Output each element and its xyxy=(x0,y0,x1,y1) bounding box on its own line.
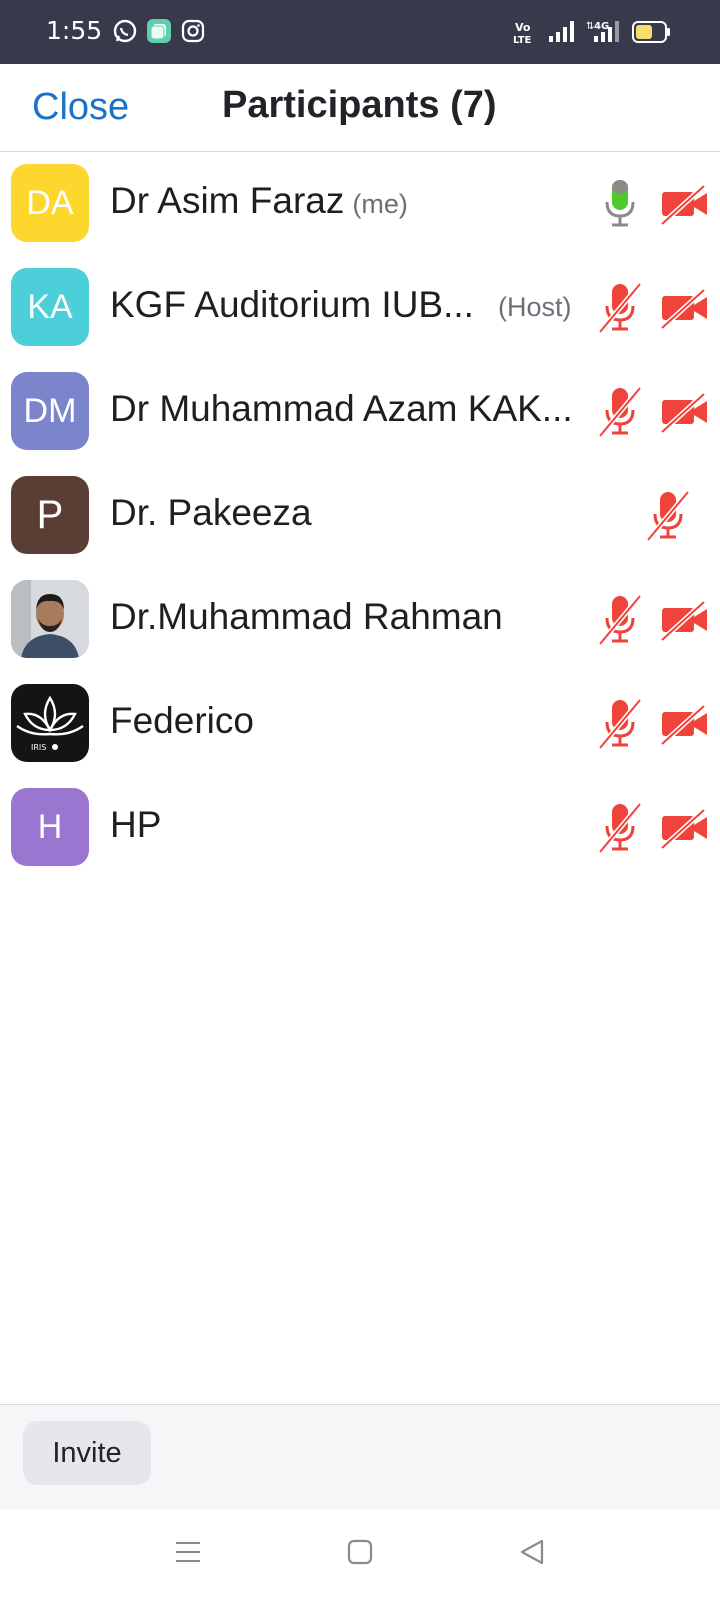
4g-signal-icon: ⇅ 4G xyxy=(586,21,619,42)
video-off-icon[interactable] xyxy=(660,598,710,642)
participant-name: Dr. Pakeeza xyxy=(110,492,312,533)
instagram-icon xyxy=(181,19,205,43)
svg-text:IRIS: IRIS xyxy=(31,743,46,752)
participant-row[interactable]: H HP xyxy=(0,778,720,882)
home-icon[interactable] xyxy=(346,1538,374,1566)
participant-name: HP xyxy=(110,804,162,845)
mic-muted-icon[interactable] xyxy=(646,490,690,542)
close-button[interactable]: Close xyxy=(32,86,129,129)
person-photo-icon xyxy=(11,580,89,658)
mic-muted-icon[interactable] xyxy=(598,282,642,334)
battery-icon xyxy=(632,21,670,43)
participant-name-row: Dr Asim Faraz (me) xyxy=(110,180,408,222)
participant-row[interactable]: Dr.Muhammad Rahman xyxy=(0,570,720,674)
participant-name: Dr Muhammad Azam KAK... xyxy=(110,388,573,429)
participant-name: Dr.Muhammad Rahman xyxy=(110,596,503,637)
page-title: Participants (7) xyxy=(222,84,497,126)
whatsapp-icon xyxy=(113,19,137,43)
status-bar: 1:55 Vo LTE ⇅ 4G xyxy=(0,0,720,64)
microphone-icon[interactable] xyxy=(598,178,642,230)
bottom-action-bar: Invite xyxy=(0,1404,720,1510)
participants-header: Close Participants (7) xyxy=(0,64,720,152)
avatar: DA xyxy=(11,164,89,242)
mic-muted-icon[interactable] xyxy=(598,698,642,750)
svg-text:4G: 4G xyxy=(594,21,609,32)
avatar-logo: IRIS xyxy=(11,684,89,762)
signal-icon xyxy=(549,21,574,42)
participant-row[interactable]: DA Dr Asim Faraz (me) xyxy=(0,154,720,258)
recent-apps-icon[interactable] xyxy=(174,1538,202,1566)
participant-list: DA Dr Asim Faraz (me) KA KGF Auditorium I… xyxy=(0,154,720,882)
participant-row[interactable]: P Dr. Pakeeza xyxy=(0,466,720,570)
avatar: KA xyxy=(11,268,89,346)
video-off-icon[interactable] xyxy=(660,702,710,746)
participant-name: Federico xyxy=(110,700,254,741)
participant-row[interactable]: IRIS Federico xyxy=(0,674,720,778)
volte-icon: Vo LTE xyxy=(513,21,532,46)
lotus-logo-icon: IRIS xyxy=(16,695,84,752)
avatar-photo xyxy=(11,580,89,658)
system-nav-bar xyxy=(0,1510,720,1600)
avatar: P xyxy=(11,476,89,554)
avatar: DM xyxy=(11,372,89,450)
invite-button[interactable]: Invite xyxy=(23,1421,151,1485)
svg-text:Vo: Vo xyxy=(515,21,531,34)
host-tag: (Host) xyxy=(498,292,572,322)
video-off-icon[interactable] xyxy=(660,286,710,330)
participant-row[interactable]: DM Dr Muhammad Azam KAK... xyxy=(0,362,720,466)
svg-text:LTE: LTE xyxy=(513,35,532,46)
participant-row[interactable]: KA KGF Auditorium IUB... (Host) xyxy=(0,258,720,362)
participant-name: KGF Auditorium IUB... xyxy=(110,284,474,325)
video-off-icon[interactable] xyxy=(660,182,710,226)
me-tag: (me) xyxy=(352,189,408,219)
video-off-icon[interactable] xyxy=(660,390,710,434)
status-time: 1:55 xyxy=(46,16,103,45)
mic-muted-icon[interactable] xyxy=(598,802,642,854)
back-icon[interactable] xyxy=(518,1538,546,1566)
mic-muted-icon[interactable] xyxy=(598,594,642,646)
mic-muted-icon[interactable] xyxy=(598,386,642,438)
participant-name: Dr Asim Faraz xyxy=(110,180,345,221)
avatar: H xyxy=(11,788,89,866)
app-icon xyxy=(147,19,171,43)
video-off-icon[interactable] xyxy=(660,806,710,850)
